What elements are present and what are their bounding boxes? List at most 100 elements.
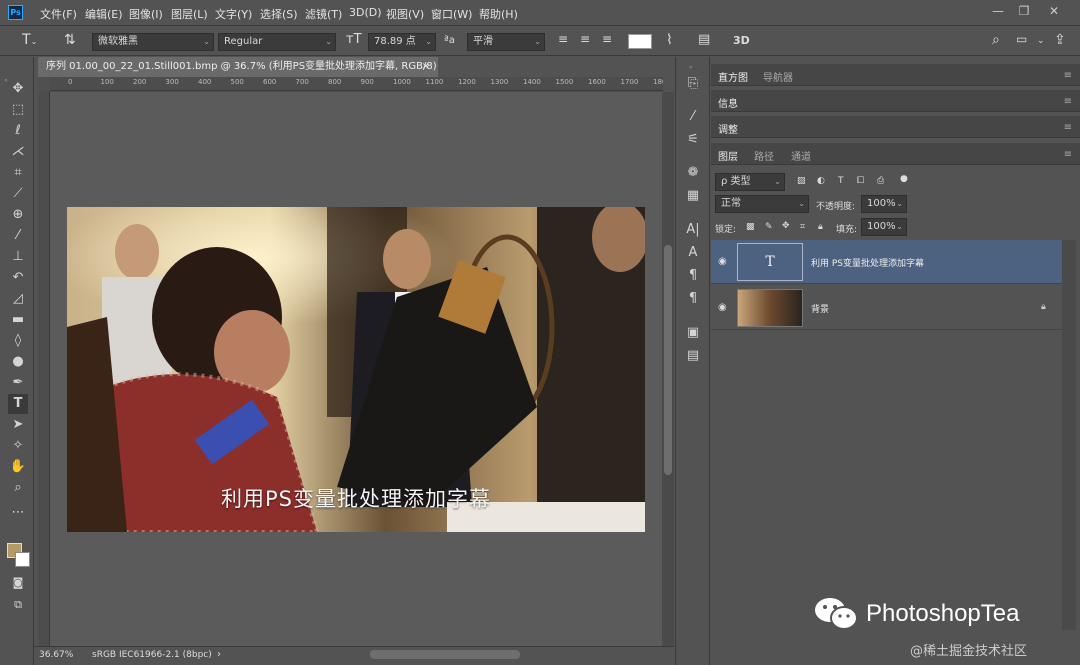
tab-adjustments[interactable]: 调整 <box>718 121 738 136</box>
fill-input[interactable]: 100% ⌄ <box>861 218 907 236</box>
dodge-tool-icon[interactable]: ● <box>8 352 28 372</box>
menu-type[interactable]: 文字(Y) <box>215 6 252 22</box>
close-window-icon[interactable]: ✕ <box>1046 4 1062 20</box>
lock-pixels-icon[interactable]: ✎ <box>765 222 773 232</box>
notes-panel-icon[interactable]: ▤ <box>683 346 703 366</box>
grid-panel-icon[interactable]: ▦ <box>683 186 703 206</box>
menu-edit[interactable]: 编辑(E) <box>85 6 123 22</box>
menu-image[interactable]: 图像(I) <box>129 6 163 22</box>
filter-adjustment-icon[interactable]: ◐ <box>817 176 825 186</box>
type-tool-preset-icon[interactable]: T⌄ <box>22 32 37 48</box>
toggle-text-orientation-icon[interactable]: ⇅ <box>64 32 76 48</box>
shape-tool-icon[interactable]: ✧ <box>8 436 28 456</box>
font-size-select[interactable]: 78.89 点 ⌄ <box>368 33 436 51</box>
horizontal-scroll-thumb[interactable] <box>370 650 520 659</box>
character-panel-icon[interactable]: ▤ <box>698 32 710 47</box>
crop-tool-icon[interactable]: ⌗ <box>8 163 28 183</box>
minimize-icon[interactable]: — <box>990 4 1006 20</box>
tab-channels[interactable]: 通道 <box>791 148 811 163</box>
brush-settings-icon[interactable]: ⁄ <box>683 107 703 127</box>
blur-tool-icon[interactable]: ◊ <box>8 331 28 351</box>
lock-transparent-icon[interactable]: ▩ <box>746 222 755 232</box>
menu-layer[interactable]: 图层(L) <box>171 6 208 22</box>
quick-select-tool-icon[interactable]: ⋌ <box>8 142 28 162</box>
font-family-select[interactable]: 微软雅黑 ⌄ <box>92 33 214 51</box>
swatches-icon[interactable]: ❁ <box>683 163 703 183</box>
character-icon[interactable]: A| <box>683 220 703 240</box>
chevron-down-icon[interactable]: ⌄ <box>1037 36 1045 46</box>
panel-menu-icon[interactable]: ≡ <box>1064 122 1072 133</box>
properties-panel-icon[interactable]: ▣ <box>683 323 703 343</box>
share-icon[interactable]: ⇪ <box>1054 32 1066 48</box>
layer-name[interactable]: 背景 <box>811 302 829 315</box>
layers-scrollbar[interactable] <box>1062 240 1076 630</box>
healing-brush-tool-icon[interactable]: ⊕ <box>8 205 28 225</box>
restore-icon[interactable]: ❐ <box>1016 4 1032 20</box>
search-icon[interactable]: ⌕ <box>992 32 1000 48</box>
layer-name[interactable]: 利用 PS变量批处理添加字幕 <box>811 256 924 269</box>
zoom-level[interactable]: 36.67% <box>39 650 73 660</box>
menu-window[interactable]: 窗口(W) <box>431 6 472 22</box>
antialias-select[interactable]: 平滑 ⌄ <box>467 33 545 51</box>
type-tool-icon[interactable]: T <box>8 394 28 414</box>
font-style-select[interactable]: Regular ⌄ <box>218 33 336 51</box>
move-tool-icon[interactable]: ✥ <box>8 79 28 99</box>
visibility-eye-icon[interactable]: ◉ <box>718 256 727 267</box>
vertical-scroll-thumb[interactable] <box>664 245 672 475</box>
filter-smart-object-icon[interactable]: ⎙ <box>877 176 884 186</box>
history-panel-icon[interactable]: ⎘ <box>683 74 703 94</box>
tab-info[interactable]: 信息 <box>718 95 738 110</box>
workspace-icon[interactable]: ▭ <box>1016 32 1027 46</box>
tab-histogram[interactable]: 直方图 <box>718 69 748 84</box>
pen-tool-icon[interactable]: ✒ <box>8 373 28 393</box>
zoom-tool-icon[interactable]: ⌕ <box>8 478 28 498</box>
history-brush-tool-icon[interactable]: ↶ <box>8 268 28 288</box>
screen-mode-icon[interactable]: ⧉ <box>8 595 28 615</box>
panel-menu-icon[interactable]: ≡ <box>1064 70 1072 81</box>
background-color-swatch[interactable] <box>15 552 30 567</box>
menu-file[interactable]: 文件(F) <box>40 6 77 22</box>
lock-position-icon[interactable]: ✥ <box>782 221 790 231</box>
eyedropper-tool-icon[interactable]: ⟋ <box>8 184 28 204</box>
status-menu-icon[interactable]: › <box>217 649 221 660</box>
menu-select[interactable]: 选择(S) <box>260 6 298 22</box>
character-styles-icon[interactable]: A <box>683 243 703 263</box>
warp-text-icon[interactable]: ⌇ <box>666 32 673 48</box>
clone-stamp-tool-icon[interactable]: ⊥ <box>8 247 28 267</box>
opacity-input[interactable]: 100% ⌄ <box>861 195 907 213</box>
lasso-tool-icon[interactable]: ℓ <box>8 121 28 141</box>
close-tab-icon[interactable]: × <box>422 57 430 77</box>
lock-all-icon[interactable]: 🔒︎ <box>818 222 823 232</box>
paragraph-styles-icon[interactable]: ¶ <box>683 289 703 309</box>
quick-mask-icon[interactable]: ◙ <box>8 573 28 593</box>
text-color-swatch[interactable] <box>628 34 652 49</box>
align-right-icon[interactable]: ≡ <box>602 32 612 46</box>
marquee-tool-icon[interactable]: ⬚ <box>8 100 28 120</box>
tab-layers[interactable]: 图层 <box>718 148 738 163</box>
align-left-icon[interactable]: ≡ <box>558 32 568 46</box>
more-tools-icon[interactable]: ⋯ <box>8 503 28 523</box>
menu-view[interactable]: 视图(V) <box>386 6 424 22</box>
filter-toggle-icon[interactable]: ● <box>900 174 908 184</box>
eraser-tool-icon[interactable]: ◿ <box>8 289 28 309</box>
panel-menu-icon[interactable]: ≡ <box>1064 96 1072 107</box>
menu-filter[interactable]: 滤镜(T) <box>305 6 342 22</box>
filter-pixel-icon[interactable]: ▨ <box>797 176 806 186</box>
document-tab[interactable]: 序列 01.00_00_22_01.Still001.bmp @ 36.7% (… <box>38 57 438 92</box>
panel-menu-icon[interactable]: ≡ <box>1064 149 1072 160</box>
menu-help[interactable]: 帮助(H) <box>479 6 518 22</box>
layer-row-background[interactable]: ◉ 背景 🔒︎ <box>711 286 1062 330</box>
lock-artboard-icon[interactable]: ⌗ <box>800 222 805 232</box>
brush-tool-icon[interactable]: ⁄ <box>8 226 28 246</box>
path-select-tool-icon[interactable]: ➤ <box>8 415 28 435</box>
filter-shape-icon[interactable]: ⧠ <box>857 176 864 186</box>
brush-presets-icon[interactable]: ⚟ <box>683 130 703 150</box>
hand-tool-icon[interactable]: ✋ <box>8 457 28 477</box>
tab-paths[interactable]: 路径 <box>754 148 774 163</box>
filter-type-icon[interactable]: T <box>838 176 844 186</box>
align-center-icon[interactable]: ≡ <box>580 32 590 46</box>
3d-button[interactable]: 3D <box>733 34 750 47</box>
document-image[interactable]: 利用PS变量批处理添加字幕 <box>67 207 645 532</box>
layer-row-text[interactable]: ◉ T 利用 PS变量批处理添加字幕 <box>711 240 1062 284</box>
layer-filter-select[interactable]: ρ 类型 ⌄ <box>715 173 785 191</box>
